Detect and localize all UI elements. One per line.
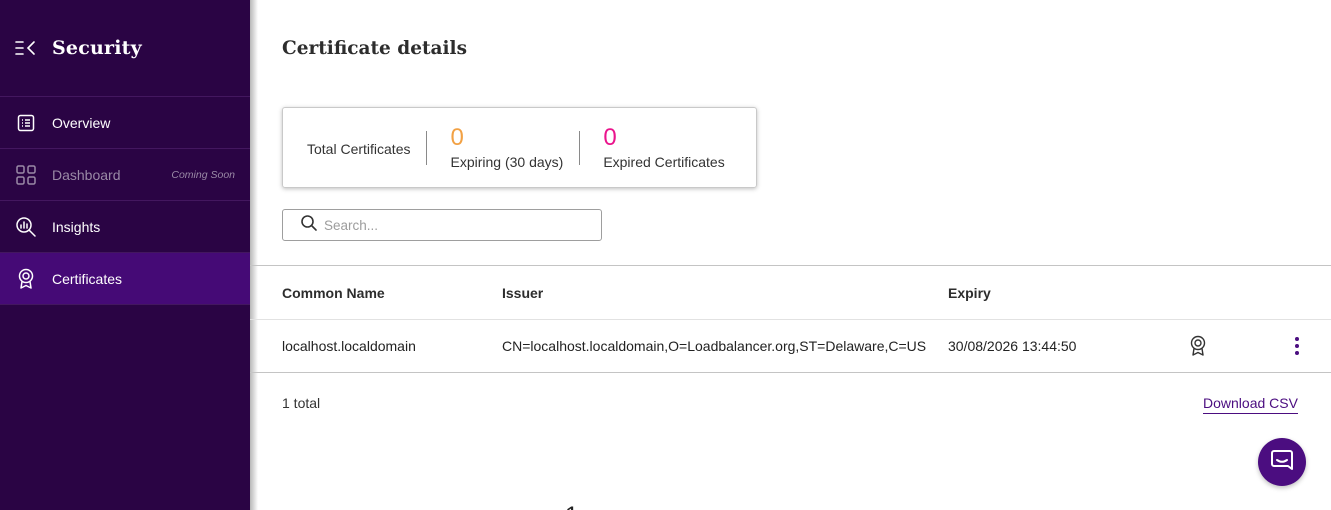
sidebar-item-label: Certificates — [52, 270, 123, 287]
column-header-common-name[interactable]: Common Name — [282, 285, 385, 301]
list-icon — [15, 112, 37, 134]
certificate-icon — [15, 268, 37, 290]
stat-divider — [579, 130, 581, 165]
download-csv-link[interactable]: Download CSV — [1203, 395, 1298, 414]
cell-expiry: 30/08/2026 13:44:50 — [948, 338, 1077, 354]
table-bottom-border — [250, 372, 1331, 373]
insights-search-icon — [15, 216, 37, 238]
grid-icon — [15, 164, 37, 186]
stat-label: Expiring (30 days) — [450, 154, 564, 170]
column-header-issuer[interactable]: Issuer — [502, 285, 543, 301]
certificate-icon[interactable] — [1188, 335, 1208, 357]
sidebar-header: Security — [0, 0, 250, 97]
sidebar-item-label: Insights — [52, 218, 101, 235]
chat-button[interactable] — [1258, 438, 1306, 486]
kebab-dot — [1295, 337, 1299, 341]
stat-value: 0 — [603, 124, 617, 151]
stat-value: 1 — [565, 503, 578, 510]
stat-value: 0 — [450, 124, 464, 151]
total-count: 1 total — [282, 395, 321, 411]
stat-divider — [426, 130, 428, 165]
page-title: Certificate details — [282, 38, 467, 59]
row-menu-icon[interactable] — [1287, 336, 1307, 356]
sidebar: Security Overview Dashboard Coming Soon … — [0, 0, 250, 510]
cell-common-name: localhost.localdomain — [282, 338, 416, 354]
stats-card: 1 Total Certificates 0 Expiring (30 days… — [282, 107, 757, 510]
column-header-expiry[interactable]: Expiry — [948, 285, 991, 301]
kebab-dot — [1295, 344, 1299, 348]
chat-icon — [1269, 447, 1295, 478]
coming-soon-badge: Coming Soon — [171, 169, 235, 181]
sidebar-shadow — [250, 0, 258, 510]
header-divider — [250, 319, 1331, 320]
search-input[interactable] — [324, 217, 584, 233]
cell-issuer: CN=localhost.localdomain,O=Loadbalancer.… — [502, 338, 927, 354]
stat-total-certificates: 1 Total Certificates — [307, 138, 578, 510]
sidebar-item-insights[interactable]: Insights — [0, 201, 250, 253]
search-icon — [300, 214, 318, 237]
table-top-border — [250, 265, 1331, 266]
collapse-menu-icon[interactable] — [15, 38, 41, 58]
sidebar-item-overview[interactable]: Overview — [0, 97, 250, 149]
stat-expired: 0 Expired Certificates — [603, 124, 725, 171]
sidebar-title: Security — [52, 37, 142, 59]
sidebar-item-label: Overview — [52, 114, 111, 131]
stat-expiring: 0 Expiring (30 days) — [450, 124, 564, 171]
stat-label: Expired Certificates — [603, 154, 725, 170]
stat-label: Total Certificates — [307, 141, 411, 157]
sidebar-item-label: Dashboard — [52, 166, 121, 183]
sidebar-item-certificates[interactable]: Certificates — [0, 253, 250, 305]
search-box — [282, 209, 602, 241]
sidebar-item-dashboard: Dashboard Coming Soon — [0, 149, 250, 201]
kebab-dot — [1295, 351, 1299, 355]
